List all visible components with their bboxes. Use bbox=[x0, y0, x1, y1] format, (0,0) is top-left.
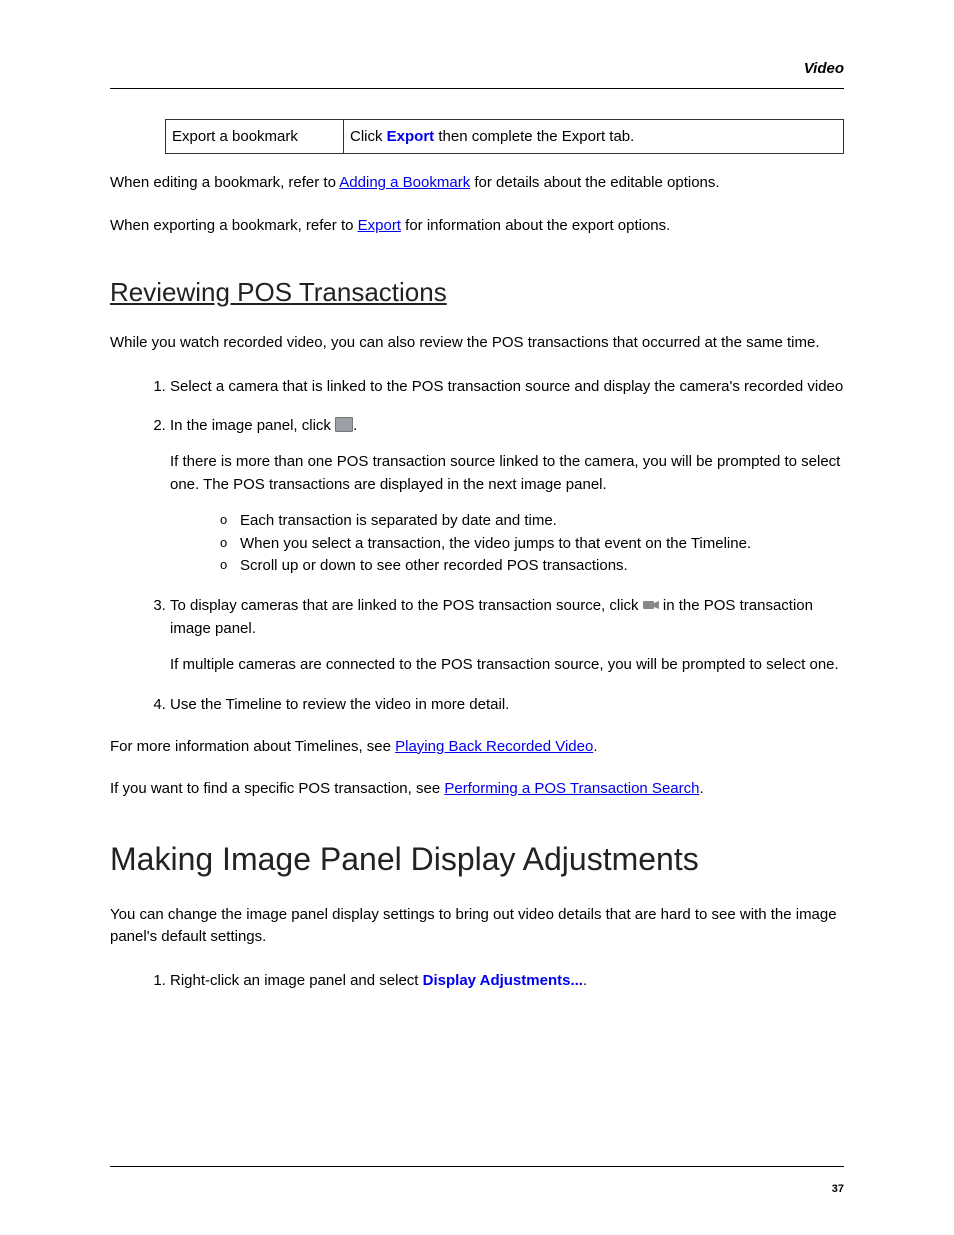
export-keyword: Export bbox=[387, 128, 435, 145]
text: Select a camera that is linked to the PO… bbox=[170, 378, 843, 395]
paragraph-pos-intro: While you watch recorded video, you can … bbox=[110, 332, 844, 355]
table-cell-action: Export a bookmark bbox=[166, 120, 344, 154]
text: . bbox=[583, 972, 587, 989]
text: In the image panel, click bbox=[170, 417, 335, 434]
table-row: Export a bookmark Click Export then comp… bbox=[166, 120, 844, 154]
bookmark-action-table: Export a bookmark Click Export then comp… bbox=[165, 119, 844, 154]
link-adding-bookmark[interactable]: Adding a Bookmark bbox=[339, 174, 470, 191]
paragraph-exporting-bookmark: When exporting a bookmark, refer to Expo… bbox=[110, 215, 844, 238]
text: for details about the editable options. bbox=[470, 174, 719, 191]
header-rule bbox=[110, 88, 844, 89]
text: then complete the Export tab. bbox=[434, 128, 634, 145]
text: for information about the export options… bbox=[401, 217, 670, 234]
text: Use the Timeline to review the video in … bbox=[170, 696, 509, 713]
paragraph-timelines-link: For more information about Timelines, se… bbox=[110, 736, 844, 759]
list-item: Scroll up or down to see other recorded … bbox=[220, 555, 844, 578]
list-item: When you select a transaction, the video… bbox=[220, 533, 844, 556]
list-item: To display cameras that are linked to th… bbox=[170, 594, 844, 677]
list-item: Right-click an image panel and select Di… bbox=[170, 969, 844, 992]
paragraph-editing-bookmark: When editing a bookmark, refer to Adding… bbox=[110, 172, 844, 195]
pos-steps-list: Select a camera that is linked to the PO… bbox=[110, 375, 844, 716]
table-cell-desc: Click Export then complete the Export ta… bbox=[344, 120, 844, 154]
paragraph-adjustments-intro: You can change the image panel display s… bbox=[110, 904, 844, 949]
adjustments-steps-list: Right-click an image panel and select Di… bbox=[110, 969, 844, 992]
header-section-label: Video bbox=[804, 60, 844, 77]
list-item: Select a camera that is linked to the PO… bbox=[170, 375, 844, 398]
text: If you want to find a specific POS trans… bbox=[110, 780, 444, 797]
list-item: Each transaction is separated by date an… bbox=[220, 510, 844, 533]
text: . bbox=[353, 417, 357, 434]
document-page: Video Export a bookmark Click Export the… bbox=[0, 0, 954, 1235]
page-number: 37 bbox=[832, 1183, 844, 1195]
display-adjustments-keyword: Display Adjustments... bbox=[423, 972, 583, 989]
pos-sublist: Each transaction is separated by date an… bbox=[170, 510, 844, 578]
list-item: Use the Timeline to review the video in … bbox=[170, 693, 844, 716]
heading-image-panel-adjustments: Making Image Panel Display Adjustments bbox=[110, 841, 844, 878]
heading-reviewing-pos: Reviewing POS Transactions bbox=[110, 277, 844, 308]
text: When exporting a bookmark, refer to bbox=[110, 217, 358, 234]
link-pos-transaction-search[interactable]: Performing a POS Transaction Search bbox=[444, 780, 699, 797]
text: Right-click an image panel and select bbox=[170, 972, 423, 989]
footer-rule bbox=[110, 1166, 844, 1167]
text: If there is more than one POS transactio… bbox=[170, 451, 844, 496]
pos-panel-icon bbox=[335, 417, 353, 432]
link-playing-back-video[interactable]: Playing Back Recorded Video bbox=[395, 738, 593, 755]
text: Click bbox=[350, 128, 387, 145]
text: If multiple cameras are connected to the… bbox=[170, 654, 844, 677]
text: . bbox=[699, 780, 703, 797]
list-item: In the image panel, click . If there is … bbox=[170, 414, 844, 578]
text: To display cameras that are linked to th… bbox=[170, 597, 643, 614]
link-export[interactable]: Export bbox=[358, 217, 401, 234]
paragraph-pos-search-link: If you want to find a specific POS trans… bbox=[110, 778, 844, 801]
camera-icon bbox=[643, 598, 659, 612]
text: For more information about Timelines, se… bbox=[110, 738, 395, 755]
text: When editing a bookmark, refer to bbox=[110, 174, 339, 191]
text: . bbox=[593, 738, 597, 755]
